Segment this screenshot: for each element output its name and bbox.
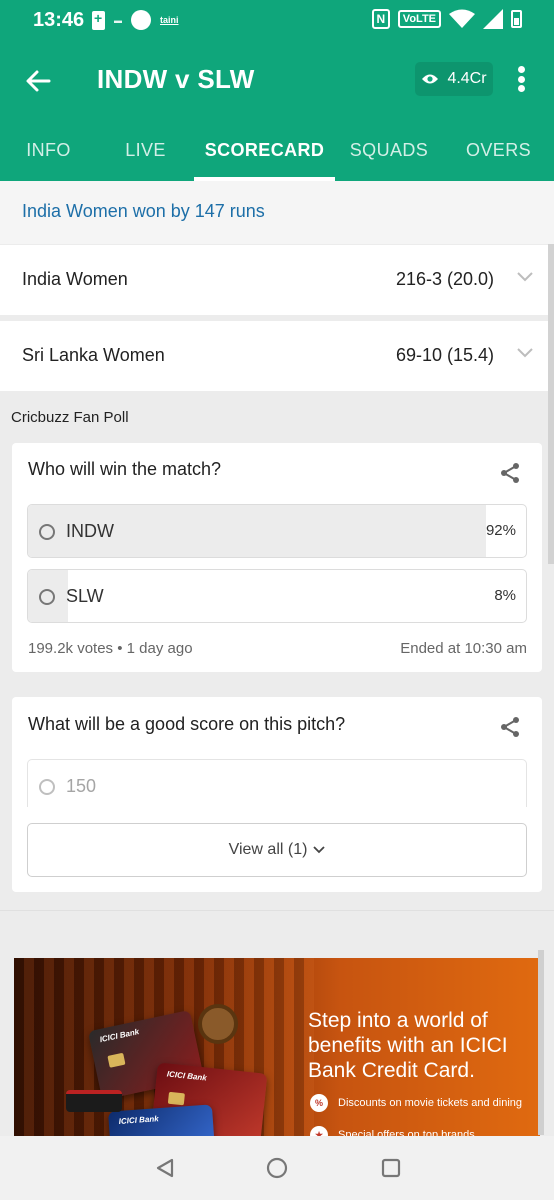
nav-back-icon <box>156 1158 174 1178</box>
card-brand: ICICI Bank <box>98 1027 140 1045</box>
scrollbar[interactable] <box>548 244 554 564</box>
radio-icon <box>39 779 55 795</box>
view-all-button[interactable]: View all (1) <box>27 823 527 877</box>
battery-charging-icon <box>92 10 105 30</box>
scrollbar[interactable] <box>538 950 544 1135</box>
match-result-strip: India Women won by 147 runs <box>0 181 554 244</box>
poll-votes: 199.2k votes <box>28 640 114 657</box>
wifi-icon <box>449 9 475 28</box>
chevron-down-icon <box>313 846 326 854</box>
notification-small-icon: ▬ <box>114 15 122 25</box>
fan-poll-heading: Cricbuzz Fan Poll <box>11 409 129 426</box>
poll-option-150[interactable]: 150 <box>27 759 527 807</box>
card-chip <box>107 1052 126 1068</box>
poll-ended: Ended at 10:30 am <box>400 640 527 657</box>
nav-recents-icon <box>381 1158 401 1178</box>
back-button[interactable] <box>20 63 56 99</box>
views-count: 4.4Cr <box>447 70 487 87</box>
signal-icon <box>483 9 503 29</box>
arrow-back-icon <box>26 70 51 92</box>
ad-bullet-text: Discounts on movie tickets and dining <box>338 1097 523 1109</box>
share-icon[interactable] <box>498 461 522 485</box>
poll-option-slw[interactable]: SLW 8% <box>27 569 527 623</box>
radio-icon <box>39 589 55 605</box>
chevron-down-icon <box>517 272 533 282</box>
notification-dot-icon <box>131 10 151 30</box>
poll-votes-info: 199.2k votes • 1 day ago <box>28 640 193 657</box>
views-badge[interactable]: 4.4Cr <box>415 62 493 96</box>
innings-row-india[interactable]: India Women 216-3 (20.0) <box>0 245 548 315</box>
film-reel-icon <box>198 1004 238 1044</box>
ad-headline: Step into a world of benefits with an IC… <box>308 1009 508 1082</box>
poll-question: What will be a good score on this pitch? <box>28 714 346 734</box>
tab-overs[interactable]: OVERS <box>443 120 554 181</box>
more-options-button[interactable] <box>510 63 532 95</box>
poll-option-percent: 92% <box>485 522 516 539</box>
innings-score: 69-10 (15.4) <box>395 345 494 365</box>
nfc-icon: N <box>371 9 390 29</box>
more-vert-icon <box>517 66 525 73</box>
tab-scorecard[interactable]: SCORECARD <box>194 120 335 181</box>
nav-home-button[interactable] <box>262 1153 292 1183</box>
poll-time-ago: 1 day ago <box>126 640 193 657</box>
match-result: India Women won by 147 runs <box>22 201 265 221</box>
ad-bullet: % Discounts on movie tickets and dining <box>310 1094 522 1112</box>
tab-live[interactable]: LIVE <box>97 120 194 181</box>
nav-recents-button[interactable] <box>376 1153 406 1183</box>
innings-score: 216-3 (20.0) <box>395 269 494 289</box>
share-icon[interactable] <box>498 715 522 739</box>
tab-bar: INFO LIVE SCORECARD SQUADS OVERS <box>0 120 554 181</box>
poll-separator: • <box>117 640 123 657</box>
poll-card-score: What will be a good score on this pitch?… <box>12 697 542 892</box>
3d-glasses-icon <box>66 1090 122 1112</box>
nav-home-icon <box>266 1157 288 1179</box>
poll-option-indw[interactable]: INDW 92% <box>27 504 527 558</box>
chevron-down-icon <box>517 348 533 358</box>
discount-icon: % <box>310 1094 328 1112</box>
battery-icon <box>511 10 522 28</box>
card-brand: ICICI Bank <box>166 1069 208 1083</box>
section-divider <box>0 910 554 911</box>
ad-banner[interactable]: ICICI Bank ICICI Bank ICICI Bank Step in… <box>14 958 540 1138</box>
nav-back-button[interactable] <box>150 1153 180 1183</box>
eye-icon <box>422 74 439 84</box>
poll-option-label: INDW <box>66 521 114 541</box>
tab-info[interactable]: INFO <box>0 120 97 181</box>
card-chip <box>167 1091 185 1106</box>
status-bar: 13:46 ▬ taini N VoLTE <box>0 0 554 41</box>
innings-row-sri-lanka[interactable]: Sri Lanka Women 69-10 (15.4) <box>0 321 548 391</box>
app-bar: INDW v SLW 4.4Cr <box>0 41 554 120</box>
radio-icon <box>39 524 55 540</box>
system-nav-bar <box>0 1136 554 1200</box>
poll-question: Who will win the match? <box>28 459 222 479</box>
poll-option-label: SLW <box>66 586 104 606</box>
innings-team: India Women <box>22 269 128 289</box>
tab-squads[interactable]: SQUADS <box>335 120 443 181</box>
poll-option-label: 150 <box>66 776 97 796</box>
match-title: INDW v SLW <box>97 64 255 94</box>
status-time: 13:46 <box>33 9 85 31</box>
poll-option-percent: 8% <box>494 587 516 604</box>
view-all-label: View all (1) <box>228 841 308 858</box>
card-brand: ICICI Bank <box>118 1114 159 1126</box>
innings-team: Sri Lanka Women <box>22 345 165 365</box>
poll-card-winner: Who will win the match? INDW 92% SLW 8% … <box>12 443 542 672</box>
notification-label: taini <box>160 15 179 25</box>
volte-icon: VoLTE <box>397 10 441 28</box>
